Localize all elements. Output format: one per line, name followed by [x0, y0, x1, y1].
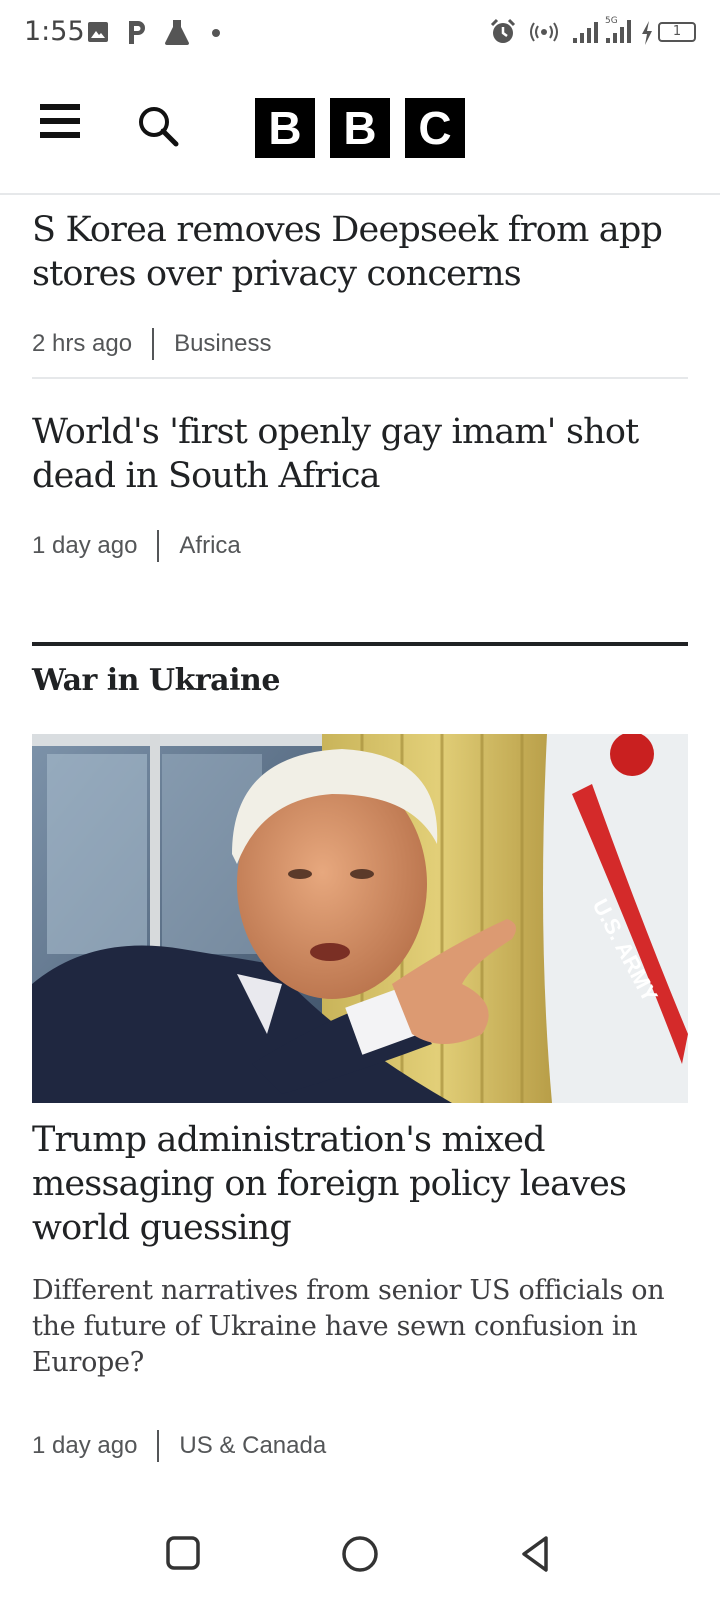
article-headline[interactable]: World's 'first openly gay imam' shot dea…: [32, 410, 692, 498]
menu-icon-bar: [40, 132, 80, 138]
menu-button[interactable]: [40, 104, 86, 144]
status-time: 1:55: [24, 16, 85, 47]
meta-separator: [157, 1430, 160, 1462]
signal-icon: [573, 22, 598, 43]
menu-icon-bar: [40, 118, 80, 124]
article-category[interactable]: Business: [174, 330, 271, 358]
battery-level: 1: [672, 24, 682, 39]
article-divider: [32, 377, 688, 379]
image-icon: [88, 22, 108, 42]
dot-icon: [212, 29, 220, 37]
feature-summary: Different narratives from senior US offi…: [32, 1275, 665, 1378]
meta-separator: [152, 328, 155, 360]
article-photo[interactable]: U.S. ARMY: [32, 734, 688, 1103]
signal-5g-icon: 5G: [605, 16, 631, 43]
section-rule: [32, 642, 688, 646]
home-icon[interactable]: [340, 1534, 380, 1574]
svg-text:5G: 5G: [605, 16, 618, 26]
menu-icon-bar: [40, 104, 80, 110]
hotspot-icon: [530, 22, 558, 42]
bbc-logo[interactable]: B B C: [255, 98, 465, 158]
logo-letter: B: [255, 98, 315, 158]
site-header: B B C: [0, 64, 720, 195]
article-time: 1 day ago: [32, 1432, 138, 1459]
meta-separator: [157, 530, 160, 562]
recent-apps-icon[interactable]: [164, 1534, 204, 1574]
article-time: 2 hrs ago: [32, 330, 133, 357]
section-title[interactable]: War in Ukraine: [32, 663, 280, 698]
back-icon[interactable]: [516, 1534, 556, 1574]
article-headline[interactable]: S Korea removes Deepseek from app stores…: [32, 208, 692, 296]
search-icon[interactable]: [136, 104, 180, 148]
photo-illustration: U.S. ARMY: [32, 734, 688, 1103]
feature-headline[interactable]: Trump administration's mixed messaging o…: [32, 1118, 692, 1250]
article-time: 1 day ago: [32, 532, 138, 559]
alarm-icon: [490, 18, 516, 43]
article-meta: 2 hrs ago Business: [32, 328, 271, 360]
status-bar: 1:55 5G 1: [0, 0, 720, 64]
article-meta: 1 day ago US & Canada: [32, 1430, 326, 1462]
charging-icon: [642, 21, 652, 45]
flask-icon: [165, 20, 189, 45]
system-nav-bar: [0, 1504, 720, 1600]
battery-icon: 1: [658, 22, 696, 42]
article-category[interactable]: Africa: [179, 532, 240, 560]
logo-letter: B: [330, 98, 390, 158]
parking-icon: [129, 21, 145, 44]
article-category[interactable]: US & Canada: [179, 1432, 326, 1460]
article-meta: 1 day ago Africa: [32, 530, 241, 562]
logo-letter: C: [405, 98, 465, 158]
